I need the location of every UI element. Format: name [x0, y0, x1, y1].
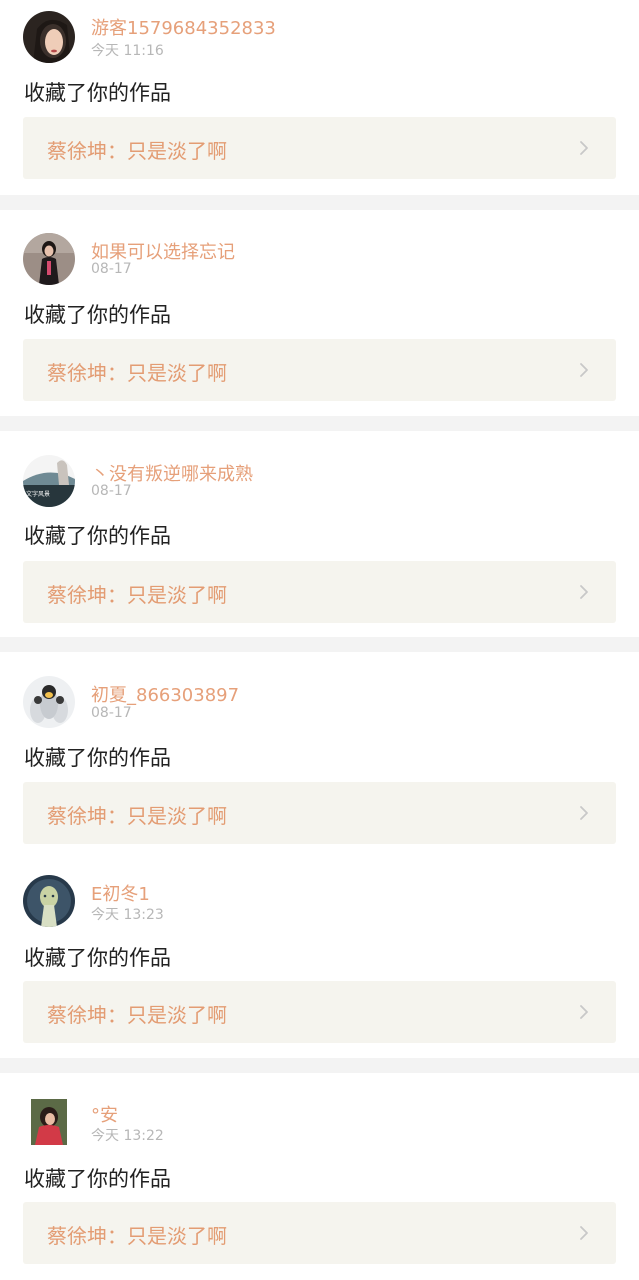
notification-item: 如果可以选择忘记 08-17 收藏了你的作品 蔡徐坤：只是淡了啊 [0, 210, 639, 416]
username[interactable]: E初冬1 [91, 880, 150, 906]
user-avatar[interactable] [23, 676, 75, 728]
notification-item: °安 今天 13:22 收藏了你的作品 蔡徐坤：只是淡了啊 [0, 1073, 639, 1280]
notification-item: E初冬1 今天 13:23 收藏了你的作品 蔡徐坤：只是淡了啊 [0, 852, 639, 1058]
user-avatar-girl-dark-hair-icon [23, 11, 75, 63]
chevron-right-icon [580, 141, 588, 155]
user-avatar[interactable] [23, 1097, 75, 1149]
timestamp: 08-17 [91, 705, 132, 721]
timestamp: 08-17 [91, 261, 132, 277]
separator [0, 1058, 639, 1073]
work-title: 蔡徐坤：只是淡了啊 [47, 361, 227, 385]
chevron-right-icon [580, 806, 588, 820]
separator [0, 416, 639, 431]
notification-item: 初夏_866303897 08-17 收藏了你的作品 蔡徐坤：只是淡了啊 [0, 652, 639, 852]
action-text: 收藏了你的作品 [24, 81, 171, 105]
separator [0, 195, 639, 210]
user-avatar[interactable]: 文字风景 [23, 455, 75, 507]
user-avatar-girl-red-icon [23, 1097, 75, 1149]
user-avatar[interactable] [23, 875, 75, 927]
user-avatar[interactable] [23, 11, 75, 63]
work-link[interactable]: 蔡徐坤：只是淡了啊 [23, 117, 616, 179]
work-title: 蔡徐坤：只是淡了啊 [47, 583, 227, 607]
svg-text:文字风景: 文字风景 [26, 490, 50, 498]
work-link[interactable]: 蔡徐坤：只是淡了啊 [23, 981, 616, 1043]
chevron-right-icon [580, 1005, 588, 1019]
separator [0, 637, 639, 652]
chevron-right-icon [580, 363, 588, 377]
chevron-right-icon [580, 1226, 588, 1240]
work-title: 蔡徐坤：只是淡了啊 [47, 1003, 227, 1027]
user-avatar-girl-standing-icon [23, 233, 75, 285]
work-link[interactable]: 蔡徐坤：只是淡了啊 [23, 1202, 616, 1264]
username[interactable]: 游客1579684352833 [91, 14, 276, 40]
work-link[interactable]: 蔡徐坤：只是淡了啊 [23, 339, 616, 401]
timestamp: 08-17 [91, 483, 132, 499]
username[interactable]: 初夏_866303897 [91, 681, 239, 707]
action-text: 收藏了你的作品 [24, 1167, 171, 1191]
user-avatar[interactable] [23, 233, 75, 285]
timestamp: 今天 13:22 [91, 1128, 164, 1144]
chevron-right-icon [580, 585, 588, 599]
user-avatar-scenery-text-icon: 文字风景 [23, 455, 75, 507]
notification-feed: 游客1579684352833 今天 11:16 收藏了你的作品 蔡徐坤：只是淡… [0, 0, 639, 1280]
action-text: 收藏了你的作品 [24, 303, 171, 327]
username[interactable]: °安 [91, 1101, 118, 1127]
work-link[interactable]: 蔡徐坤：只是淡了啊 [23, 782, 616, 844]
timestamp: 今天 11:16 [91, 43, 164, 59]
notification-item: 文字风景 丶没有叛逆哪来成熟 08-17 收藏了你的作品 蔡徐坤：只是淡了啊 [0, 431, 639, 637]
work-title: 蔡徐坤：只是淡了啊 [47, 139, 227, 163]
work-title: 蔡徐坤：只是淡了啊 [47, 1224, 227, 1248]
work-link[interactable]: 蔡徐坤：只是淡了啊 [23, 561, 616, 623]
notification-item: 游客1579684352833 今天 11:16 收藏了你的作品 蔡徐坤：只是淡… [0, 0, 639, 195]
timestamp: 今天 13:23 [91, 907, 164, 923]
action-text: 收藏了你的作品 [24, 524, 171, 548]
user-avatar-anime-girl-icon [23, 875, 75, 927]
action-text: 收藏了你的作品 [24, 746, 171, 770]
action-text: 收藏了你的作品 [24, 946, 171, 970]
work-title: 蔡徐坤：只是淡了啊 [47, 804, 227, 828]
user-avatar-penguins-icon [23, 676, 75, 728]
